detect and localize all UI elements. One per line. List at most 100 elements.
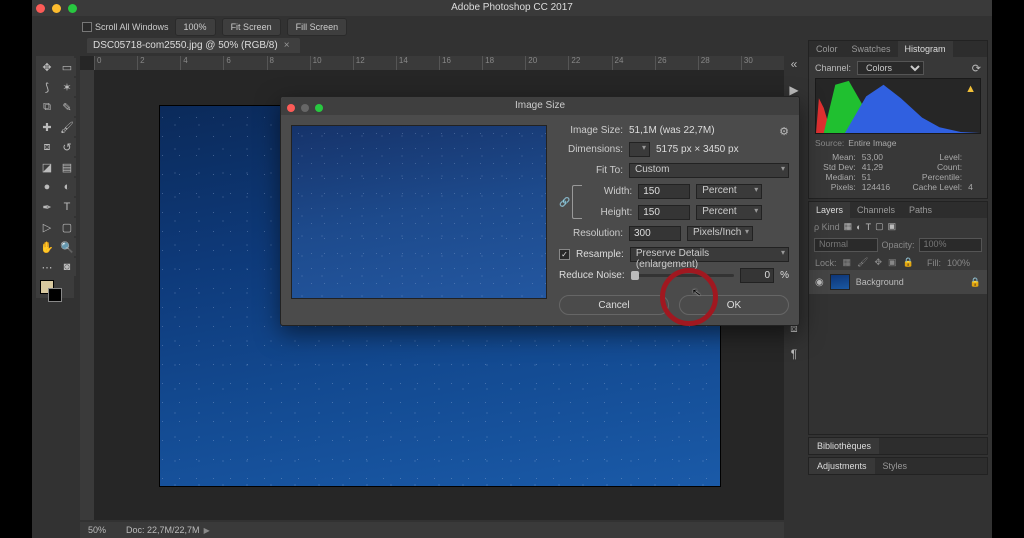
gear-icon[interactable]: ⚙ <box>779 125 789 138</box>
close-tab-icon[interactable]: × <box>284 40 290 51</box>
filter-adj-icon[interactable]: ◐ <box>856 222 861 232</box>
app-titlebar: Adobe Photoshop CC 2017 <box>32 0 992 16</box>
color-swatch[interactable] <box>38 278 76 304</box>
marquee-tool-icon[interactable]: ▭ <box>58 58 76 76</box>
dodge-tool-icon[interactable]: ◐ <box>58 178 76 196</box>
history-brush-icon[interactable]: ↺ <box>58 138 76 156</box>
tab-styles[interactable]: Styles <box>875 458 916 474</box>
brush-tool-icon[interactable]: 🖌 <box>58 118 76 136</box>
slider-thumb-icon[interactable] <box>631 271 639 280</box>
ruler-horizontal: 024681012141618202224262830 <box>94 56 784 70</box>
tab-histogram[interactable]: Histogram <box>898 41 953 57</box>
options-bar: Scroll All Windows 100% Fit Screen Fill … <box>82 18 347 36</box>
tab-paths[interactable]: Paths <box>902 202 939 218</box>
cursor-icon: ↖ <box>691 285 702 299</box>
visibility-icon[interactable]: ◉ <box>815 277 824 288</box>
dialog-titlebar[interactable]: Image Size <box>281 97 799 115</box>
link-icon[interactable]: 🔗 <box>559 197 570 208</box>
maximize-icon[interactable] <box>68 4 77 13</box>
lock-transparent-icon[interactable]: ▦ <box>843 257 852 268</box>
status-bar: 50% Doc: 22,7M/22,7M▶ <box>80 522 784 538</box>
opacity-input[interactable]: 100% <box>919 238 983 252</box>
blend-mode-select[interactable]: Normal <box>814 238 878 252</box>
lock-position-icon[interactable]: ✥ <box>874 257 882 268</box>
adjustments-panel: Adjustments Styles <box>808 457 988 475</box>
lock-image-icon[interactable]: 🖌 <box>857 257 868 268</box>
tab-bibliotheques[interactable]: Bibliothèques <box>809 438 879 454</box>
lock-artboard-icon[interactable]: ▣ <box>888 257 897 268</box>
tab-color[interactable]: Color <box>809 41 845 57</box>
lock-icon: 🔒 <box>970 277 981 288</box>
stamp-tool-icon[interactable]: ⧈ <box>38 138 56 156</box>
width-input[interactable] <box>638 184 690 199</box>
tab-channels[interactable]: Channels <box>850 202 902 218</box>
shape-tool-icon[interactable]: ▢ <box>58 218 76 236</box>
tab-adjustments[interactable]: Adjustments <box>809 458 875 474</box>
cancel-button[interactable]: Cancel <box>559 295 669 315</box>
resample-select[interactable]: Preserve Details (enlargement) <box>630 247 789 262</box>
document-tab[interactable]: DSC05718-com2550.jpg @ 50% (RGB/8)× <box>87 38 300 53</box>
window-controls <box>36 4 81 16</box>
chevron-right-icon[interactable]: ▶ <box>204 526 210 535</box>
fill-screen-button[interactable]: Fill Screen <box>287 18 348 36</box>
layer-row[interactable]: ◉ Background 🔒 <box>809 270 987 294</box>
pen-tool-icon[interactable]: ✒ <box>38 198 56 216</box>
eraser-tool-icon[interactable]: ◪ <box>38 158 56 176</box>
height-unit-select[interactable]: Percent <box>696 205 762 220</box>
filter-type-icon[interactable]: T <box>866 222 872 232</box>
zoom-100-button[interactable]: 100% <box>175 18 216 36</box>
crop-tool-icon[interactable]: ⧉ <box>38 98 56 116</box>
paragraph-icon[interactable]: ¶ <box>786 346 802 362</box>
lock-all-icon[interactable]: 🔒 <box>903 257 914 268</box>
filter-smart-icon[interactable]: ▣ <box>888 221 897 232</box>
resample-checkbox[interactable]: ✓ <box>559 249 570 260</box>
resolution-unit-select[interactable]: Pixels/Inch <box>687 226 753 241</box>
layer-thumbnail <box>830 274 850 290</box>
lasso-tool-icon[interactable]: ⟆ <box>38 78 56 96</box>
reduce-noise-slider[interactable] <box>631 274 735 277</box>
fit-screen-button[interactable]: Fit Screen <box>222 18 281 36</box>
background-color-icon[interactable] <box>48 288 62 302</box>
dialog-close-icon[interactable] <box>287 104 295 112</box>
edit-toolbar-icon[interactable]: ⋯ <box>38 258 56 276</box>
histogram-panel: Color Swatches Histogram Channel: Colors… <box>808 40 988 199</box>
filter-pixel-icon[interactable]: ▦ <box>844 221 853 232</box>
minimize-icon[interactable] <box>52 4 61 13</box>
dialog-maximize-icon[interactable] <box>315 104 323 112</box>
dialog-title: Image Size <box>515 100 565 111</box>
close-icon[interactable] <box>36 4 45 13</box>
refresh-icon[interactable]: ⟳ <box>972 62 981 75</box>
reduce-noise-input[interactable] <box>740 268 774 283</box>
path-tool-icon[interactable]: ▷ <box>38 218 56 236</box>
resolution-input[interactable] <box>629 226 681 241</box>
histogram-graph: ▲ <box>815 78 981 134</box>
type-tool-icon[interactable]: T <box>58 198 76 216</box>
dialog-preview <box>291 125 547 299</box>
filter-shape-icon[interactable]: ▢ <box>875 221 884 232</box>
quickmask-icon[interactable]: ◙ <box>58 258 76 276</box>
zoom-level[interactable]: 50% <box>88 525 106 535</box>
fill-input[interactable]: 100% <box>947 258 981 268</box>
scroll-all-checkbox[interactable]: Scroll All Windows <box>82 18 169 36</box>
checkbox-icon <box>82 22 92 32</box>
fit-to-select[interactable]: Custom <box>629 163 789 178</box>
blur-tool-icon[interactable]: ● <box>38 178 56 196</box>
layers-panel: Layers Channels Paths ρ Kind ▦ ◐ T ▢ ▣ N… <box>808 201 988 435</box>
collapse-icon[interactable]: « <box>786 56 802 72</box>
heal-tool-icon[interactable]: ✚ <box>38 118 56 136</box>
move-tool-icon[interactable]: ✥ <box>38 58 56 76</box>
wand-tool-icon[interactable]: ✶ <box>58 78 76 96</box>
hand-tool-icon[interactable]: ✋ <box>38 238 56 256</box>
width-unit-select[interactable]: Percent <box>696 184 762 199</box>
height-input[interactable] <box>638 205 690 220</box>
dialog-minimize-icon <box>301 104 309 112</box>
tab-swatches[interactable]: Swatches <box>845 41 898 57</box>
app-window: Adobe Photoshop CC 2017 Scroll All Windo… <box>32 0 992 538</box>
zoom-tool-icon[interactable]: 🔍 <box>58 238 76 256</box>
dimensions-unit-select[interactable] <box>629 142 650 157</box>
gradient-tool-icon[interactable]: ▤ <box>58 158 76 176</box>
tab-layers[interactable]: Layers <box>809 202 850 218</box>
channel-select[interactable]: Colors <box>857 61 924 75</box>
panel-stack: Color Swatches Histogram Channel: Colors… <box>808 40 988 477</box>
eyedropper-tool-icon[interactable]: ✎ <box>58 98 76 116</box>
